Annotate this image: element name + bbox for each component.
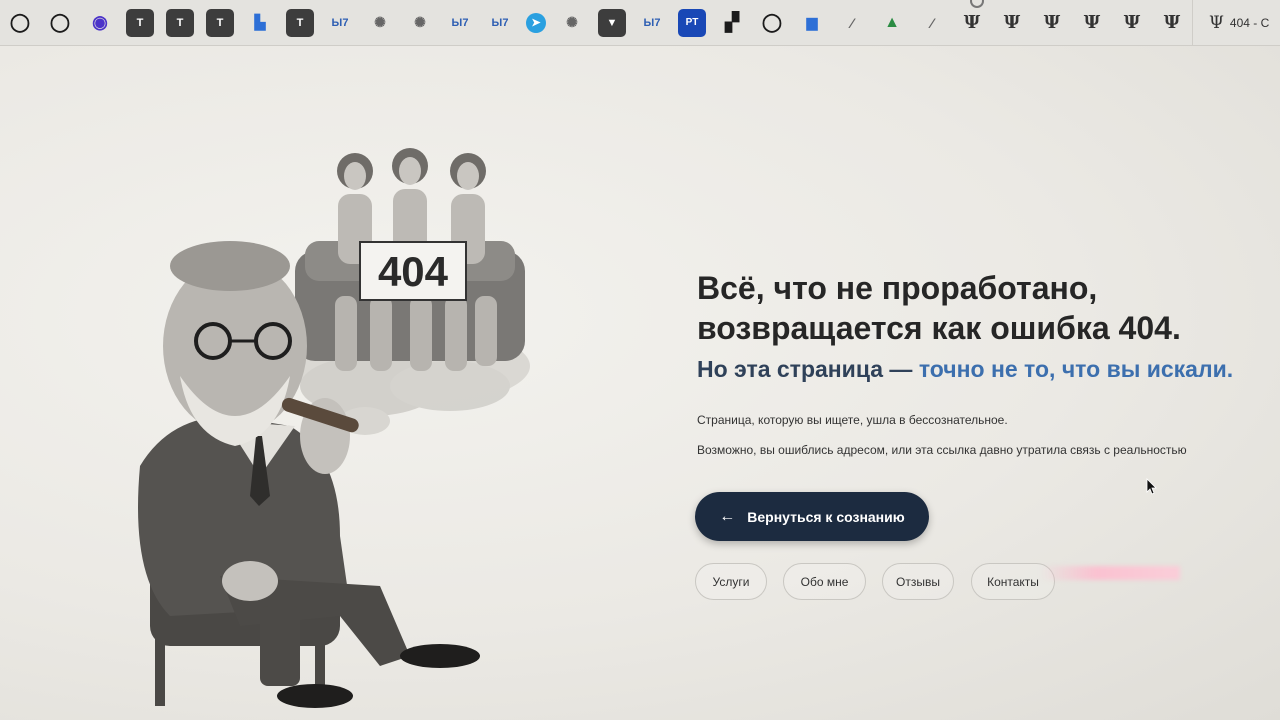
bookmark-openai-3-icon[interactable]: ✺ <box>558 9 586 37</box>
bookmark-psi-4-icon[interactable]: Ψ <box>1078 9 1106 37</box>
tab-title: 404 - C <box>1229 15 1270 30</box>
bookmark-psi-1-icon[interactable]: Ψ <box>958 9 986 37</box>
nav-reviews-button[interactable]: Отзывы <box>882 563 954 600</box>
bookmark-light-2-icon[interactable]: ⁄ <box>918 9 946 37</box>
nav-about-button[interactable]: Обо мне <box>783 563 866 600</box>
bookmark-openai-2-icon[interactable]: ✺ <box>406 9 434 37</box>
bookmark-b17-4-icon[interactable]: Ы7 <box>638 9 666 37</box>
bookmark-pt-icon[interactable]: PT <box>678 8 706 37</box>
bookmark-b17-2-icon[interactable]: Ы7 <box>446 9 474 37</box>
bookmark-t-4-icon[interactable]: T <box>286 8 314 37</box>
bookmarks-divider <box>1192 0 1193 45</box>
bookmark-github-3-icon[interactable]: ◯ <box>758 9 786 37</box>
mouse-cursor-icon <box>1146 478 1157 495</box>
404-sign-text: 404 <box>378 248 449 295</box>
bookmark-t-2-icon[interactable]: T <box>166 8 194 37</box>
bookmark-chart-blue-icon[interactable]: ▙ <box>246 9 274 37</box>
title-line-2: возвращается как ошибка 404. <box>697 310 1181 346</box>
bookmark-t-1-icon[interactable]: T <box>126 8 154 37</box>
description-line-2: Возможно, вы ошиблись адресом, или эта с… <box>697 443 1187 457</box>
subtitle-part-1: Но эта страница — <box>697 356 919 382</box>
nav-services-button[interactable]: Услуги <box>695 563 767 600</box>
back-button-label: Вернуться к сознанию <box>747 508 905 525</box>
bookmark-t-3-icon[interactable]: T <box>206 8 234 37</box>
bookmarks-bar: ◯ ◯ ◉ T T T ▙ T Ы7 ✺ ✺ Ы7 Ы7 ➤ ✺ ▼ Ы7 PT ▞ ◯ ▆ ⁄ ▲ ⁄ Ψ Ψ Ψ Ψ Ψ Ψ Ψ 40… <box>0 0 1280 46</box>
bookmark-github-2-icon[interactable]: ◯ <box>46 9 74 37</box>
screen-glare <box>1040 566 1180 580</box>
bookmark-telegram-icon[interactable]: ➤ <box>526 12 546 33</box>
shoe <box>400 644 480 668</box>
bookmark-b17-3-icon[interactable]: Ы7 <box>486 9 514 37</box>
page-title: Всё, что не проработано, возвращается ка… <box>697 268 1257 348</box>
bookmark-light-1-icon[interactable]: ⁄ <box>838 9 866 37</box>
bookmark-psi-2-icon[interactable]: Ψ <box>998 9 1026 37</box>
bookmark-dark-app-icon[interactable]: ▼ <box>598 8 626 37</box>
reload-icon[interactable] <box>970 0 984 8</box>
bookmark-psi-6-icon[interactable]: Ψ <box>1158 9 1186 37</box>
tab-404[interactable]: Ψ 404 - C <box>1209 13 1269 33</box>
page-content: 404 Всё, что не проработано, возвращаетс… <box>0 46 1280 720</box>
back-to-consciousness-button[interactable]: ← Вернуться к сознанию <box>695 492 929 541</box>
psi-icon: Ψ <box>1209 12 1224 33</box>
bookmark-github-1-icon[interactable]: ◯ <box>6 9 34 37</box>
page-subtitle: Но эта страница — точно не то, что вы ис… <box>697 356 1277 383</box>
bookmark-purple-icon[interactable]: ◉ <box>86 9 114 37</box>
subtitle-part-2: точно не то, что вы искали. <box>918 356 1234 382</box>
freud-illustration: 404 <box>138 148 530 708</box>
bookmark-psi-5-icon[interactable]: Ψ <box>1118 9 1146 37</box>
bookmark-chart-icon[interactable]: ▆ <box>798 9 826 37</box>
description-line-1: Страница, которую вы ищете, ушла в бессо… <box>697 413 1008 427</box>
title-line-1: Всё, что не проработано, <box>697 270 1098 306</box>
arrow-left-icon: ← <box>719 507 736 525</box>
bookmark-steps-icon[interactable]: ▞ <box>718 9 746 37</box>
bookmark-green-icon[interactable]: ▲ <box>878 9 906 37</box>
bookmark-b17-1-icon[interactable]: Ы7 <box>326 9 354 37</box>
bookmarks-list: ◯ ◯ ◉ T T T ▙ T Ы7 ✺ ✺ Ы7 Ы7 ➤ ✺ ▼ Ы7 PT ▞ ◯ ▆ ⁄ ▲ ⁄ Ψ Ψ Ψ Ψ Ψ Ψ <box>0 8 1192 37</box>
bookmark-openai-1-icon[interactable]: ✺ <box>366 9 394 37</box>
bookmark-psi-3-icon[interactable]: Ψ <box>1038 9 1066 37</box>
